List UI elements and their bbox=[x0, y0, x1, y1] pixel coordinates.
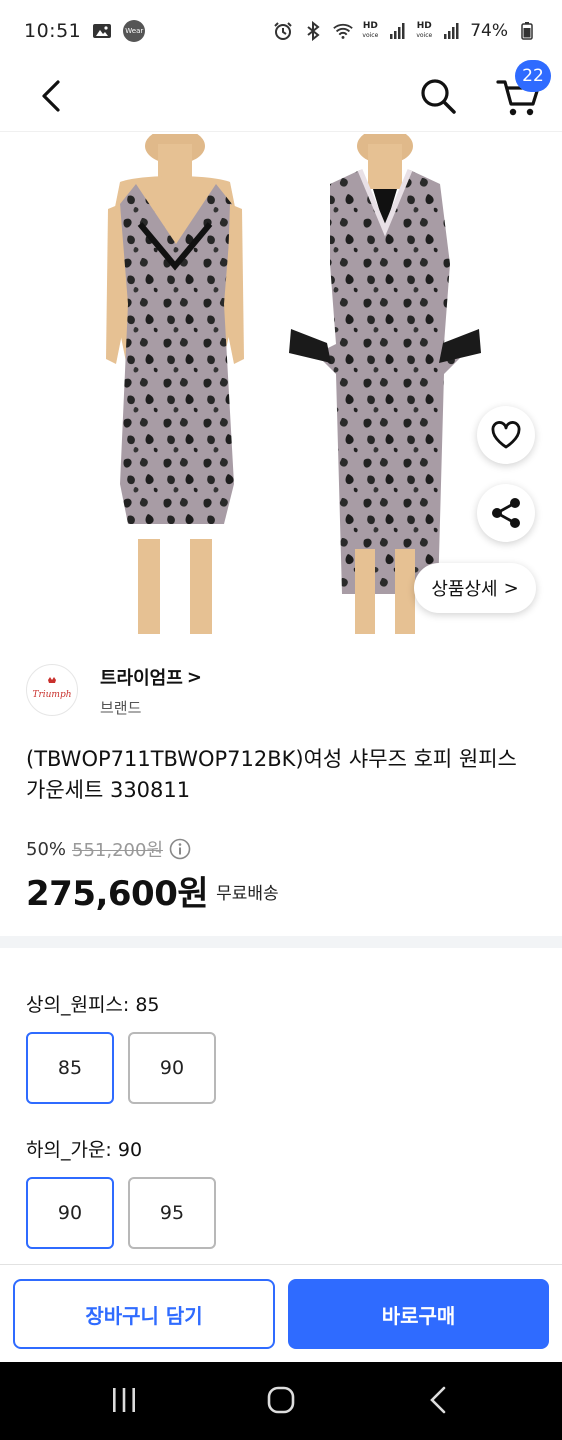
system-back-icon[interactable] bbox=[428, 1386, 448, 1414]
battery-icon bbox=[516, 22, 538, 40]
price-discount-row: 50% 551,200원 bbox=[26, 836, 191, 862]
info-icon[interactable] bbox=[169, 838, 191, 860]
hd-voice-indicator-1: HD voice bbox=[362, 21, 379, 40]
bottom-action-bar: 장바구니 담기 바로구매 bbox=[0, 1264, 562, 1362]
signal-icon-2 bbox=[440, 22, 462, 40]
option-bottom-90[interactable]: 90 bbox=[26, 1177, 114, 1249]
heart-icon bbox=[491, 421, 521, 449]
brand-name: 트라이엄프 bbox=[100, 668, 183, 689]
option-row-bottom: 90 95 bbox=[26, 1177, 216, 1249]
add-to-cart-button[interactable]: 장바구니 담기 bbox=[13, 1279, 275, 1349]
section-divider bbox=[0, 936, 562, 948]
chevron-right-icon: > bbox=[503, 577, 519, 599]
status-bar: 10:51 Wear HD voice HD voice 74% bbox=[0, 0, 562, 62]
status-right: HD voice HD voice 74% bbox=[272, 21, 538, 41]
search-button[interactable] bbox=[416, 74, 460, 118]
option-label-bottom: 하의_가운: 90 bbox=[26, 1139, 143, 1161]
sale-price: 275,600원 bbox=[26, 874, 209, 914]
brand-logo-text: Triumph bbox=[32, 690, 71, 700]
original-price: 551,200원 bbox=[72, 840, 164, 861]
brand-type-label: 브랜드 bbox=[100, 699, 142, 717]
shipping-info: 무료배송 bbox=[216, 884, 279, 904]
alarm-icon bbox=[272, 22, 294, 40]
wishlist-button[interactable] bbox=[477, 406, 535, 464]
discount-rate: 50% bbox=[26, 838, 67, 860]
back-button[interactable] bbox=[34, 76, 74, 116]
bluetooth-icon bbox=[302, 21, 324, 41]
option-top-90[interactable]: 90 bbox=[128, 1032, 216, 1104]
brand-logo[interactable]: Triumph bbox=[26, 664, 78, 716]
option-top-85[interactable]: 85 bbox=[26, 1032, 114, 1104]
system-nav-bar bbox=[0, 1362, 562, 1440]
back-arrow-icon bbox=[42, 80, 60, 112]
share-icon bbox=[492, 498, 520, 528]
brand-name-link[interactable]: 트라이엄프 > bbox=[100, 664, 202, 690]
option-row-top: 85 90 bbox=[26, 1032, 216, 1104]
app-header bbox=[0, 62, 562, 132]
cart-count-badge: 22 bbox=[515, 60, 551, 92]
option-label-top: 상의_원피스: 85 bbox=[26, 994, 160, 1016]
option-bottom-95[interactable]: 95 bbox=[128, 1177, 216, 1249]
status-time: 10:51 bbox=[24, 20, 82, 42]
wear-notification-icon: Wear bbox=[123, 20, 146, 42]
product-title: (TBWOP711TBWOP712BK)여성 샤무즈 호피 원피스가운세트 33… bbox=[26, 747, 517, 802]
price-row: 275,600원 무료배송 bbox=[26, 866, 279, 915]
product-photo bbox=[106, 128, 481, 634]
chevron-right-icon: > bbox=[186, 666, 202, 688]
signal-icon-1 bbox=[386, 22, 408, 40]
share-button[interactable] bbox=[477, 484, 535, 542]
product-detail-label: 상품상세 bbox=[431, 579, 498, 600]
product-detail-button[interactable]: 상품상세 > bbox=[414, 563, 536, 613]
gallery-notification-icon bbox=[91, 22, 113, 40]
wifi-icon bbox=[332, 22, 354, 40]
hd-voice-indicator-2: HD voice bbox=[416, 21, 433, 40]
home-icon[interactable] bbox=[267, 1386, 295, 1414]
search-icon bbox=[421, 79, 456, 114]
product-image[interactable] bbox=[0, 128, 562, 634]
status-left: 10:51 Wear bbox=[24, 20, 146, 42]
triumph-logo-icon: Triumph bbox=[32, 677, 72, 700]
buy-now-button[interactable]: 바로구매 bbox=[288, 1279, 549, 1349]
battery-percent: 74% bbox=[470, 21, 508, 41]
recent-apps-icon[interactable] bbox=[110, 1387, 138, 1413]
